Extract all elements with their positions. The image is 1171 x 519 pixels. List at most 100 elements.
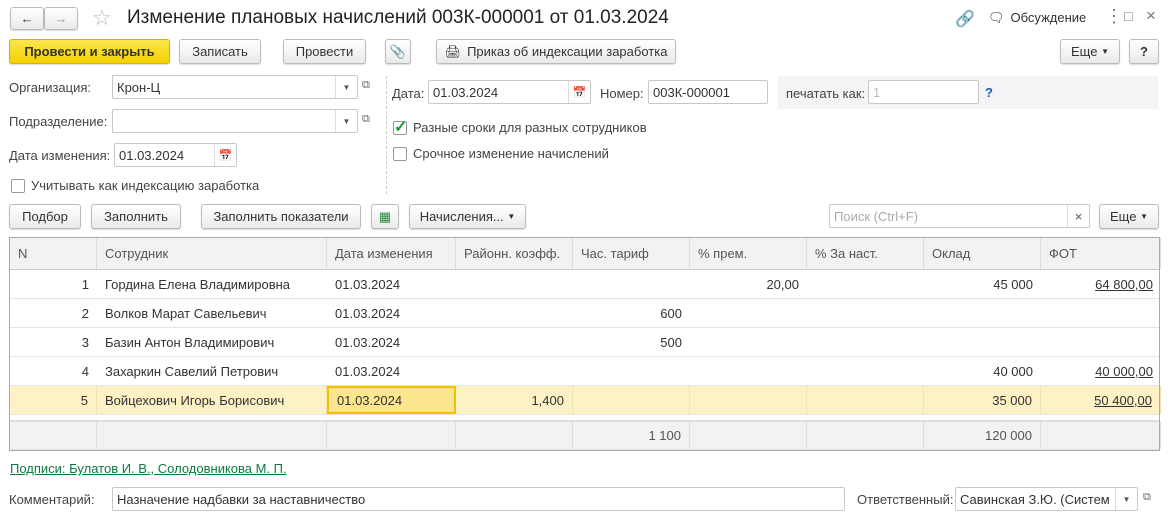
- org-field[interactable]: Крон-Ц ▼: [112, 75, 358, 99]
- cell-employee: Базин Антон Владимирович: [105, 334, 275, 350]
- print-as-label: печатать как:: [786, 86, 866, 101]
- column-header-bonus-pct: % прем.: [690, 238, 807, 269]
- urgent-checkbox[interactable]: [393, 147, 407, 161]
- cell-hourly-rate: 500: [660, 334, 682, 350]
- printer-icon: 🖨: [444, 43, 462, 59]
- cell-regional-coef: [456, 422, 573, 449]
- close-icon[interactable]: ×: [1146, 6, 1156, 26]
- column-header-employee: Сотрудник: [97, 238, 327, 269]
- calendar-icon[interactable]: 📅: [214, 144, 236, 166]
- help-link[interactable]: ?: [985, 85, 993, 100]
- post-and-close-button[interactable]: Провести и закрыть: [9, 39, 170, 64]
- open-icon[interactable]: ⧉: [362, 113, 370, 126]
- clear-search-button[interactable]: ×: [1067, 205, 1089, 227]
- table-header[interactable]: N Сотрудник Дата изменения Районн. коэфф. Ча…: [10, 238, 1161, 270]
- fill-indicators-button[interactable]: Заполнить показатели: [201, 204, 361, 229]
- column-header-change-date: Дата изменения: [327, 238, 456, 269]
- cell-mentor-pct: [807, 357, 924, 385]
- comment-label: Комментарий:: [9, 492, 95, 507]
- cell-regional-coef: [456, 270, 573, 298]
- print-order-button[interactable]: 🖨 Приказ об индексации заработка: [436, 39, 676, 64]
- indexation-checkbox[interactable]: [11, 179, 25, 193]
- select-button[interactable]: Подбор: [9, 204, 81, 229]
- discussion-icon: 🗨: [988, 10, 1005, 25]
- chevron-down-icon: ▼: [1101, 47, 1109, 56]
- cell-n: 1: [81, 276, 89, 292]
- cell-payroll: [1041, 328, 1161, 356]
- table-totals[interactable]: 1 100 120 000: [10, 420, 1161, 450]
- cell-payroll: 64 800,00: [1041, 270, 1161, 298]
- table-row[interactable]: 4 Захаркин Савелий Петрович 01.03.2024 40 0…: [10, 357, 1159, 386]
- column-header-salary: Оклад: [924, 238, 1041, 269]
- cell-payroll: 50 400,00: [1041, 386, 1161, 414]
- maximize-icon[interactable]: □: [1124, 8, 1132, 24]
- column-header-mentor-pct: % За наст.: [807, 238, 924, 269]
- change-date-field[interactable]: 01.03.2024 📅: [114, 143, 237, 167]
- calendar-icon[interactable]: 📅: [568, 81, 590, 103]
- page-title: Изменение плановых начислений 003К-00000…: [127, 7, 669, 28]
- cell-payroll: [1041, 299, 1161, 327]
- post-button[interactable]: Провести: [283, 39, 366, 64]
- payroll-link[interactable]: 50 400,00: [1094, 393, 1152, 408]
- dept-field[interactable]: ▼: [112, 109, 358, 133]
- cell-regional-coef: [456, 357, 573, 385]
- cell-change-date[interactable]: 01.03.2024: [327, 386, 456, 414]
- checkmark-icon: ✓: [394, 119, 408, 136]
- chevron-down-icon[interactable]: ▼: [1115, 488, 1137, 510]
- dept-label: Подразделение:: [9, 114, 108, 129]
- more-button[interactable]: Еще ▼: [1060, 39, 1120, 64]
- open-icon[interactable]: ⧉: [362, 79, 370, 92]
- search-input[interactable]: Поиск (Ctrl+F) ×: [829, 204, 1090, 228]
- table-row[interactable]: 3 Базин Антон Владимирович 01.03.2024 500: [10, 328, 1159, 357]
- cell-bonus-pct: [690, 299, 807, 327]
- accruals-button[interactable]: Начисления... ▼: [409, 204, 526, 229]
- diff-terms-checkbox[interactable]: ✓: [393, 119, 407, 136]
- cell-change-date: [327, 422, 456, 449]
- table-row[interactable]: 1 Гордина Елена Владимировна 01.03.2024 20,…: [10, 270, 1159, 299]
- cell-salary: [924, 299, 1041, 327]
- chevron-down-icon[interactable]: ▼: [335, 110, 357, 132]
- number-label: Номер:: [600, 86, 644, 101]
- forward-button[interactable]: →: [44, 7, 78, 30]
- cell-payroll: [1041, 422, 1161, 449]
- add-table-button[interactable]: ▦: [371, 204, 399, 229]
- cell-hourly-rate: [573, 270, 690, 298]
- save-button[interactable]: Записать: [179, 39, 261, 64]
- chevron-down-icon: ▼: [507, 212, 516, 221]
- responsible-field[interactable]: Савинская З.Ю. (Систем ▼: [955, 487, 1138, 511]
- table-row[interactable]: 5 Войцехович Игорь Борисович 01.03.2024 1,4…: [10, 386, 1161, 415]
- cell-employee: Войцехович Игорь Борисович: [97, 386, 327, 414]
- accruals-table[interactable]: N Сотрудник Дата изменения Районн. коэфф. Ча…: [9, 237, 1161, 451]
- comment-field[interactable]: Назначение надбавки за наставничество: [112, 487, 845, 511]
- back-button[interactable]: ←: [10, 7, 44, 30]
- fill-button[interactable]: Заполнить: [91, 204, 181, 229]
- number-field[interactable]: 003К-000001: [648, 80, 768, 104]
- cell-hourly-rate: 1 100: [573, 422, 690, 449]
- cell-bonus-pct: [690, 328, 807, 356]
- chevron-down-icon[interactable]: ▼: [335, 76, 357, 98]
- menu-icon[interactable]: ⋮: [1105, 6, 1123, 27]
- cell-mentor-pct: [807, 299, 924, 327]
- table-more-button[interactable]: Еще ▼: [1099, 204, 1159, 229]
- help-button[interactable]: ?: [1129, 39, 1159, 64]
- attach-button[interactable]: 📎: [385, 39, 411, 64]
- cell-n: 3: [81, 334, 89, 350]
- open-icon[interactable]: ⧉: [1143, 491, 1151, 504]
- paperclip-icon: 📎: [389, 43, 407, 59]
- cell-mentor-pct: [807, 422, 924, 449]
- signatures-link[interactable]: Подписи: Булатов И. В., Солодовникова М.…: [10, 461, 287, 476]
- date-field[interactable]: 01.03.2024 📅: [428, 80, 591, 104]
- divider: [386, 76, 387, 194]
- discussion-button[interactable]: 🗨 Обсуждение: [988, 10, 1086, 26]
- favorite-star-icon[interactable]: ☆: [92, 5, 112, 31]
- print-as-field[interactable]: 1: [868, 80, 979, 104]
- date-label: Дата:: [392, 86, 425, 101]
- link-icon[interactable]: 🔗: [955, 9, 975, 29]
- urgent-label: Срочное изменение начислений: [413, 146, 609, 161]
- table-row[interactable]: 2 Волков Марат Савельевич 01.03.2024 600: [10, 299, 1159, 328]
- column-header-payroll: ФОТ: [1041, 238, 1161, 269]
- cell-bonus-pct: [690, 422, 807, 449]
- cell-n: [10, 422, 97, 449]
- payroll-link[interactable]: 40 000,00: [1095, 364, 1153, 379]
- payroll-link[interactable]: 64 800,00: [1095, 277, 1153, 292]
